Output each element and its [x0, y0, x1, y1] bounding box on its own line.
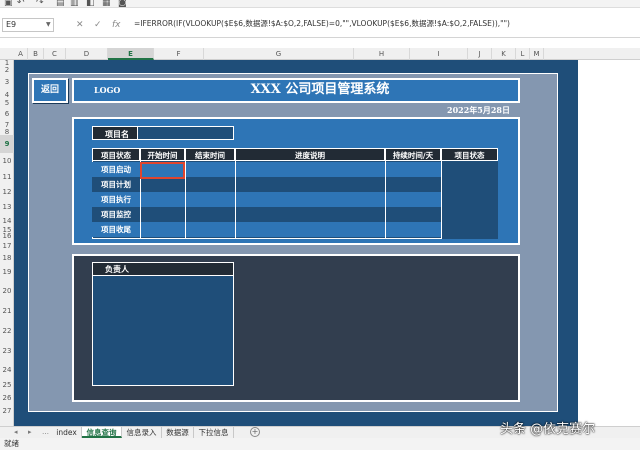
row-header-24[interactable]: 24 [0, 361, 14, 379]
row-header-5[interactable]: 5 [0, 99, 14, 107]
chevron-down-icon[interactable]: ▼ [46, 18, 51, 32]
empty-sheet-area[interactable] [578, 60, 640, 426]
header-progress-notes: 进度说明 [235, 148, 385, 161]
tab-prev-icon[interactable]: ◂ [14, 427, 18, 437]
project-name-input[interactable] [138, 126, 234, 140]
project-status-cell[interactable] [441, 161, 498, 239]
column-header-g[interactable]: G [204, 48, 354, 60]
table-row[interactable] [92, 222, 441, 237]
back-button[interactable]: 返回 [32, 78, 68, 103]
column-header-k[interactable]: K [492, 48, 516, 60]
column-header-bar: ABCDEFGHIJKLM [0, 48, 640, 60]
column-header-l[interactable]: L [516, 48, 530, 60]
cancel-icon[interactable]: ✕ [76, 18, 84, 32]
header-end-time: 结束时间 [185, 148, 235, 161]
header-project-phase: 项目状态 [92, 148, 140, 161]
header-project-status: 项目状态 [441, 148, 498, 161]
column-header-j[interactable]: J [468, 48, 492, 60]
row-header-13[interactable]: 13 [0, 199, 14, 215]
redo-icon[interactable]: ↷ [36, 0, 44, 7]
table-row[interactable] [92, 177, 441, 192]
stage-initiation-label: 项目启动 [101, 165, 131, 174]
row-header-2[interactable]: 2 [0, 67, 14, 74]
format-painter-icon[interactable]: ◧ [86, 0, 95, 7]
watermark: 头条 @依克赛尔 [500, 422, 596, 437]
row-header-10[interactable]: 10 [0, 153, 14, 169]
table-icon[interactable]: ▦ [102, 0, 111, 7]
stage-monitoring-label: 项目监控 [101, 210, 131, 219]
row-header-6[interactable]: 6 [0, 107, 14, 121]
logo: LOGO [94, 85, 121, 95]
tab-data-source[interactable]: 数据源 [162, 427, 194, 438]
print-icon[interactable]: ▥ [70, 0, 79, 7]
table-row[interactable] [92, 207, 441, 222]
tab-info-query[interactable]: 信息查询 [82, 427, 122, 438]
status-bar [0, 438, 640, 450]
row-header-20[interactable]: 20 [0, 281, 14, 301]
page-title: XXX 公司项目管理系统 [250, 82, 390, 97]
row-header-26[interactable]: 26 [0, 391, 14, 405]
row-header-bar: 1 2 3 4 5 6 7 8 9 10 11 12 13 14 15 16 17 18 19 20 21 22 23 24 2… [0, 60, 14, 426]
camera-icon[interactable]: ◙ [118, 0, 127, 7]
header-duration-days: 持续时间/天 [385, 148, 441, 161]
tab-more-icon[interactable]: … [42, 427, 49, 437]
column-divider [185, 161, 186, 239]
row-header-9[interactable]: 9 [0, 135, 14, 153]
row-header-3[interactable]: 3 [0, 74, 14, 91]
column-header-c[interactable]: C [44, 48, 66, 60]
column-header-i[interactable]: I [410, 48, 468, 60]
stage-closing-label: 项目收尾 [101, 225, 131, 234]
column-divider [235, 161, 236, 239]
row-header-25[interactable]: 25 [0, 379, 14, 391]
tab-index[interactable]: index [52, 427, 82, 438]
tab-dropdown-info[interactable]: 下拉信息 [194, 427, 234, 438]
print-preview-icon[interactable]: ▤ [56, 0, 65, 7]
formula-bar: E9 ▼ ✕ ✓ fx =IFERROR(IF(VLOOKUP($E$6,数据源… [0, 12, 640, 38]
row-header-27[interactable]: 27 [0, 405, 14, 417]
row-header-18[interactable]: 18 [0, 253, 14, 263]
undo-icon[interactable]: ↶ [17, 0, 25, 7]
tab-next-icon[interactable]: ▸ [28, 427, 32, 437]
column-header-e[interactable]: E [108, 48, 154, 60]
row-header-23[interactable]: 23 [0, 341, 14, 361]
column-header-b[interactable]: B [28, 48, 44, 60]
column-header-f[interactable]: F [154, 48, 204, 60]
date-label: 2022年5月28日 [447, 105, 510, 115]
stage-planning-label: 项目计划 [101, 180, 131, 189]
owner-label: 负责人 [92, 262, 234, 276]
save-icon[interactable]: ▣ [4, 0, 13, 7]
header-start-time: 开始时间 [140, 148, 185, 161]
row-header-19[interactable]: 19 [0, 263, 14, 281]
insert-function-icon[interactable]: fx [112, 18, 121, 32]
owner-input[interactable] [92, 276, 234, 386]
column-header-d[interactable]: D [66, 48, 108, 60]
row-header-22[interactable]: 22 [0, 321, 14, 341]
tab-info-entry[interactable]: 信息录入 [122, 427, 162, 438]
quick-access-toolbar: ▣ ↶ ↷ ▤ ▥ ◧ ▦ ◙ [0, 0, 640, 8]
row-header-17[interactable]: 17 [0, 239, 14, 253]
table-row[interactable] [92, 192, 441, 207]
status-text: 就绪 [4, 439, 19, 448]
row-header-4[interactable]: 4 [0, 91, 14, 99]
row-header-11[interactable]: 11 [0, 169, 14, 185]
active-cell[interactable] [140, 162, 185, 179]
column-header-m[interactable]: M [530, 48, 544, 60]
column-header-h[interactable]: H [354, 48, 410, 60]
project-name-label: 项目名 [92, 126, 138, 140]
column-header-a[interactable]: A [14, 48, 28, 60]
row-header-12[interactable]: 12 [0, 185, 14, 199]
stage-execution-label: 项目执行 [101, 195, 131, 204]
column-divider [385, 161, 386, 239]
enter-icon[interactable]: ✓ [94, 18, 102, 32]
spreadsheet-window: ▣ ↶ ↷ ▤ ▥ ◧ ▦ ◙ E9 ▼ ✕ ✓ fx =IFERROR(IF(… [0, 0, 640, 450]
formula-input[interactable]: =IFERROR(IF(VLOOKUP($E$6,数据源!$A:$O,2,FAL… [134, 18, 510, 30]
add-sheet-icon[interactable]: + [250, 427, 260, 437]
row-header-21[interactable]: 21 [0, 301, 14, 321]
